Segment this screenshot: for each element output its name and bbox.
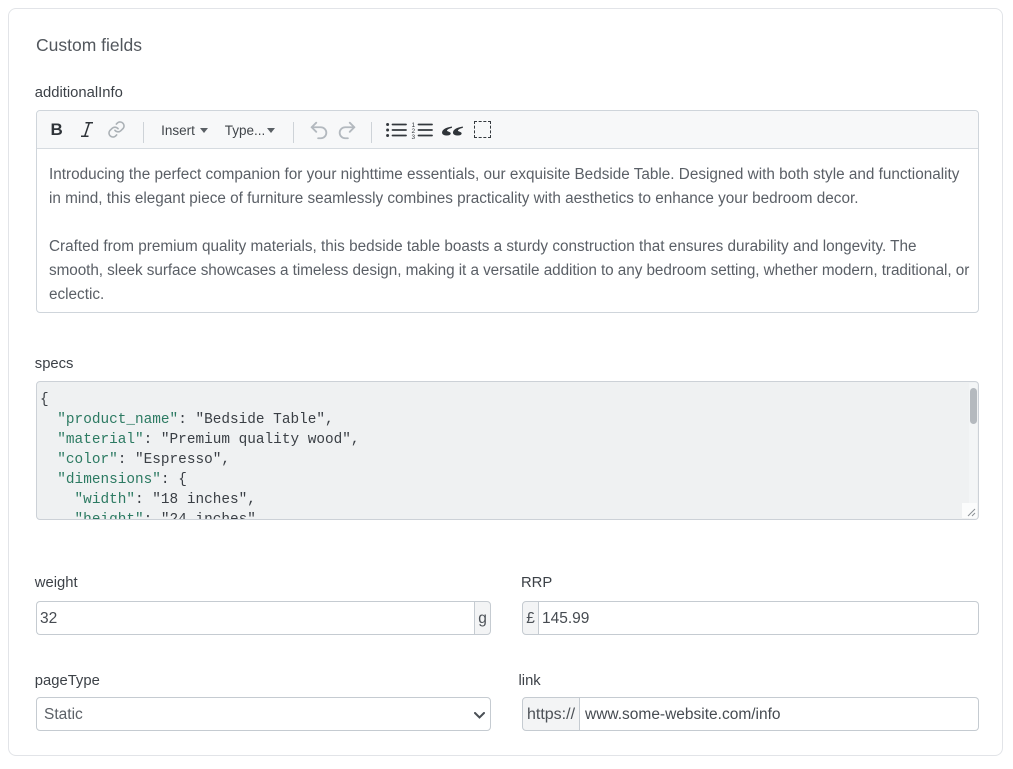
svg-text:3: 3	[412, 134, 416, 141]
